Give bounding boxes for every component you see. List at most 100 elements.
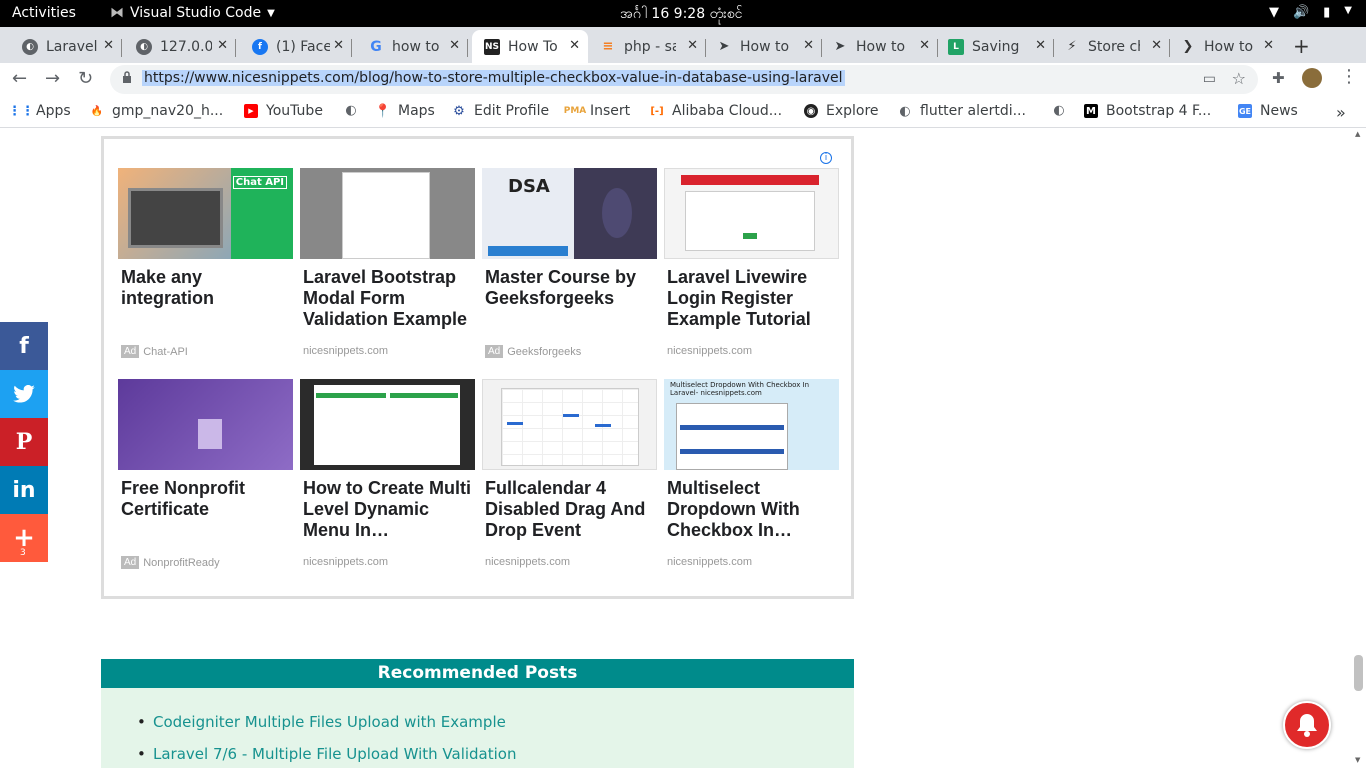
vscode-icon: ⧓ <box>110 5 124 21</box>
share-linkedin-button[interactable]: in <box>0 466 48 514</box>
tab-title: How to <box>856 38 906 55</box>
bookmark-globe-2[interactable]: ◐ <box>1052 102 1074 118</box>
ad-source: NonprofitReady <box>143 556 220 569</box>
bookmark-label: gmp_nav20_h... <box>112 103 224 119</box>
globe-icon: ◐ <box>136 38 152 55</box>
bookmark-news[interactable]: GE News <box>1238 103 1298 119</box>
forward-arrow-icon[interactable]: → <box>45 68 60 89</box>
notification-bell-button[interactable] <box>1283 701 1331 749</box>
bookmark-explore[interactable]: ◉ Explore <box>804 103 879 119</box>
close-icon[interactable]: ✕ <box>569 38 580 53</box>
close-icon[interactable]: ✕ <box>333 38 344 53</box>
star-icon[interactable]: ☆ <box>1232 69 1246 88</box>
close-icon[interactable]: ✕ <box>919 38 930 53</box>
activities-button[interactable]: Activities <box>12 5 76 21</box>
ad-card[interactable]: Laravel Bootstrap Modal Form Validation … <box>300 168 476 357</box>
close-icon[interactable]: ✕ <box>1035 38 1046 53</box>
bookmark-insert[interactable]: PMA Insert <box>564 103 631 119</box>
ad-card[interactable]: Chat API Make any integration Ad Chat-API <box>118 168 294 358</box>
bookmark-youtube[interactable]: ▶ YouTube <box>244 103 323 119</box>
bookmark-maps[interactable]: 📍 Maps <box>375 103 435 119</box>
system-tray[interactable]: ▼ 🔊 ▮ ▼ <box>1269 5 1352 20</box>
facebook-icon: f <box>19 333 29 359</box>
bookmark-apps[interactable]: ⋮⋮ Apps <box>8 103 71 119</box>
bookmark-bootstrap[interactable]: M Bootstrap 4 F... <box>1084 103 1211 119</box>
bookmark-edit-profile[interactable]: ⚙ Edit Profile <box>452 103 549 119</box>
globe-icon: ◐ <box>1053 102 1065 118</box>
share-facebook-button[interactable]: f <box>0 322 48 370</box>
recommended-link[interactable]: Codeigniter Multiple Files Upload with E… <box>137 713 506 731</box>
close-icon[interactable]: ✕ <box>1151 38 1162 53</box>
tab-title: Store ch <box>1088 38 1140 55</box>
ad-title[interactable]: Free Nonprofit Certificate <box>121 478 291 548</box>
tab-8[interactable]: L Saving ✕ <box>936 30 1054 63</box>
tab-2[interactable]: f (1) Facebook ✕ <box>230 30 352 63</box>
app-menu[interactable]: ⧓ Visual Studio Code ▼ <box>110 5 275 21</box>
ad-source: nicesnippets.com <box>667 556 752 568</box>
bookmark-flutter[interactable]: ◐ flutter alertdi... <box>898 103 1026 119</box>
ad-title[interactable]: Multiselect Dropdown With Checkbox In… <box>667 478 837 548</box>
tab-7[interactable]: ➤ How to ✕ <box>820 30 938 63</box>
tab-9[interactable]: ⚡ Store ch ✕ <box>1052 30 1170 63</box>
omnibox[interactable]: https://www.nicesnippets.com/blog/how-to… <box>110 65 1258 94</box>
bookmark-globe[interactable]: ◐ <box>344 103 366 118</box>
info-icon[interactable]: i <box>820 152 832 164</box>
ad-card[interactable]: Laravel Livewire Login Register Example … <box>664 168 840 357</box>
thumb-text: Chat API <box>232 176 287 189</box>
youtube-icon: ▶ <box>244 104 258 118</box>
new-tab-button[interactable]: + <box>1293 34 1310 58</box>
ad-card[interactable]: DSA Master Course by Geeksforgeeks Ad Gee… <box>482 168 658 358</box>
bolt-icon: ⚡ <box>1067 39 1077 54</box>
back-arrow-icon[interactable]: ← <box>12 68 27 89</box>
flame-icon: 🔥 <box>90 105 104 117</box>
ad-title[interactable]: How to Create Multi Level Dynamic Menu I… <box>303 478 473 548</box>
scrollbar-thumb[interactable] <box>1354 655 1363 691</box>
ad-title[interactable]: Fullcalendar 4 Disabled Drag And Drop Ev… <box>485 478 655 548</box>
lock-icon <box>123 71 131 83</box>
tab-10[interactable]: ❯ How to ✕ <box>1168 30 1282 63</box>
close-icon[interactable]: ✕ <box>1263 38 1274 53</box>
bookmark-gmp[interactable]: 🔥 gmp_nav20_h... <box>90 103 223 119</box>
close-icon[interactable]: ✕ <box>217 38 228 53</box>
app-name: Visual Studio Code <box>130 5 262 21</box>
url-text[interactable]: https://www.nicesnippets.com/blog/how-to… <box>142 70 845 86</box>
bookmarks-overflow-icon[interactable]: » <box>1336 103 1346 122</box>
tab-6[interactable]: ➤ How to ✕ <box>704 30 822 63</box>
extensions-icon[interactable]: ✚ <box>1272 69 1285 87</box>
tab-3[interactable]: G how to ✕ <box>346 30 468 63</box>
scroll-up-icon[interactable]: ▲ <box>1355 130 1360 138</box>
chevron-down-icon: ▼ <box>267 7 275 19</box>
recommended-link[interactable]: Laravel 7/6 - Multiple File Upload With … <box>137 745 517 763</box>
kebab-menu-icon[interactable]: ⋮ <box>1340 66 1358 87</box>
scroll-down-icon[interactable]: ▼ <box>1355 756 1360 764</box>
bookmark-alibaba[interactable]: [-] Alibaba Cloud... <box>650 103 782 119</box>
ad-card[interactable]: Multiselect Dropdown With Checkbox In La… <box>664 379 840 568</box>
clock[interactable]: အင်္ဂါ 16 9:28 တုံးစင် <box>620 4 742 25</box>
share-pinterest-button[interactable]: P <box>0 418 48 466</box>
share-more-button[interactable]: + 3 <box>0 514 48 562</box>
tab-1[interactable]: ◐ 127.0.0.1 ✕ <box>114 30 236 63</box>
avatar[interactable] <box>1302 68 1322 88</box>
share-twitter-button[interactable] <box>0 370 48 418</box>
bookmark-label: Bootstrap 4 F... <box>1106 103 1212 119</box>
tab-0[interactable]: ◐ Laravel ✕ <box>0 30 122 63</box>
ad-title[interactable]: Master Course by Geeksforgeeks <box>485 267 655 337</box>
cast-icon[interactable]: ▭ <box>1203 71 1216 87</box>
toolbar: ← → ↻ https://www.nicesnippets.com/blog/… <box>0 63 1366 96</box>
ns-icon: NS <box>484 38 500 55</box>
ad-card[interactable]: Free Nonprofit Certificate Ad NonprofitRe… <box>118 379 294 569</box>
close-icon[interactable]: ✕ <box>103 38 114 53</box>
tab-5[interactable]: ≡ php - save ✕ <box>588 30 706 63</box>
ad-card[interactable]: How to Create Multi Level Dynamic Menu I… <box>300 379 476 568</box>
ad-title[interactable]: Laravel Livewire Login Register Example … <box>667 267 837 337</box>
bookmark-label: Insert <box>590 103 631 119</box>
close-icon[interactable]: ✕ <box>803 38 814 53</box>
tab-4[interactable]: NS How To ✕ <box>472 30 588 63</box>
close-icon[interactable]: ✕ <box>687 38 698 53</box>
close-icon[interactable]: ✕ <box>449 38 460 53</box>
ad-title[interactable]: Make any integration <box>121 267 291 337</box>
ad-title[interactable]: Laravel Bootstrap Modal Form Validation … <box>303 267 473 337</box>
apps-grid-icon: ⋮⋮ <box>8 103 34 119</box>
reload-icon[interactable]: ↻ <box>78 68 93 89</box>
ad-card[interactable]: Fullcalendar 4 Disabled Drag And Drop Ev… <box>482 379 658 568</box>
